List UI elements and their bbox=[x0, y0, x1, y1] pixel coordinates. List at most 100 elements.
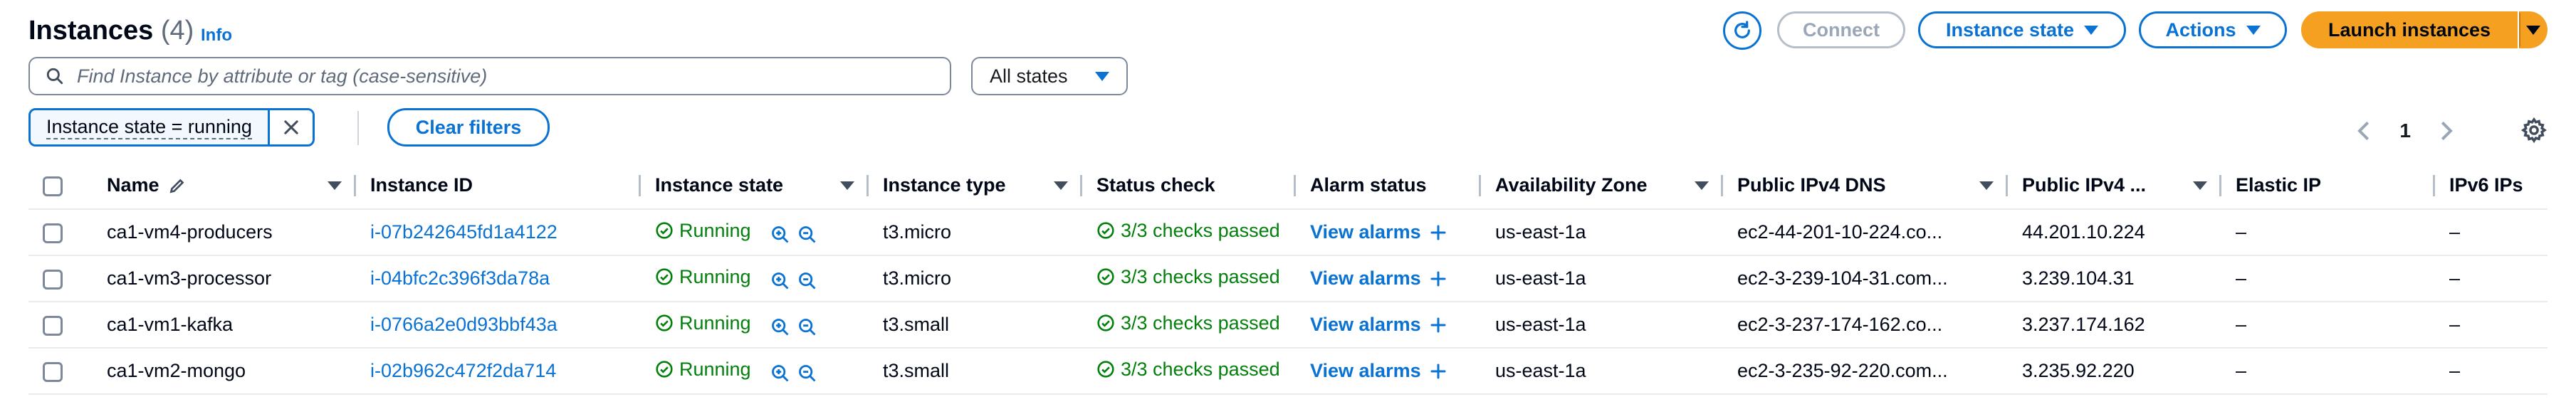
row-checkbox[interactable] bbox=[43, 269, 63, 290]
search-input-wrapper bbox=[28, 57, 951, 95]
zoom-in-icon[interactable] bbox=[770, 225, 790, 245]
states-select[interactable]: All states bbox=[971, 57, 1128, 95]
col-instance-state[interactable]: Instance state bbox=[641, 162, 869, 210]
public-dns: ec2-3-235-92-220.com... bbox=[1723, 348, 2008, 395]
sort-icon bbox=[840, 181, 854, 190]
status-check: 3/3 checks passed bbox=[1096, 359, 1280, 381]
plus-icon bbox=[1430, 225, 1446, 240]
check-circle-icon bbox=[1097, 268, 1114, 285]
table-row[interactable]: ca1-vm2-mongo i-02b962c472f2da714 Runnin… bbox=[28, 348, 2548, 395]
col-instance-type[interactable]: Instance type bbox=[869, 162, 1082, 210]
state-indicator: Running bbox=[655, 220, 751, 242]
divider bbox=[357, 111, 359, 145]
filter-token-label[interactable]: Instance state = running bbox=[31, 110, 270, 144]
connect-button[interactable]: Connect bbox=[1777, 11, 1905, 48]
refresh-button[interactable] bbox=[1723, 11, 1761, 50]
check-circle-icon bbox=[656, 361, 673, 378]
instance-name: ca1-vm1-kafka bbox=[93, 302, 356, 349]
check-circle-icon bbox=[1097, 222, 1114, 239]
col-status-check[interactable]: Status check bbox=[1082, 162, 1296, 210]
public-ip: 3.239.104.31 bbox=[2008, 255, 2221, 302]
table-header-row: Name Instance ID Instance state Instance… bbox=[28, 162, 2548, 210]
zoom-in-icon[interactable] bbox=[770, 271, 790, 291]
plus-icon bbox=[1430, 317, 1446, 332]
ipv6-ips: – bbox=[2435, 302, 2548, 349]
pencil-icon bbox=[169, 179, 184, 193]
availability-zone: us-east-1a bbox=[1481, 302, 1723, 349]
instance-id-link[interactable]: i-07b242645fd1a4122 bbox=[370, 221, 557, 243]
table-row[interactable]: ca1-vm1-kafka i-0766a2e0d93bbf43a Runnin… bbox=[28, 302, 2548, 349]
zoom-in-icon[interactable] bbox=[770, 363, 790, 383]
zoom-out-icon[interactable] bbox=[797, 317, 817, 337]
sort-icon bbox=[1979, 181, 1994, 190]
filter-token: Instance state = running bbox=[28, 108, 315, 147]
zoom-in-icon[interactable] bbox=[770, 317, 790, 337]
col-availability-zone[interactable]: Availability Zone bbox=[1481, 162, 1723, 210]
view-alarms-link[interactable]: View alarms bbox=[1310, 314, 1447, 336]
select-all-checkbox[interactable] bbox=[43, 176, 63, 196]
instance-name: ca1-vm4-producers bbox=[93, 209, 356, 256]
zoom-out-icon[interactable] bbox=[797, 271, 817, 291]
chevron-right-icon[interactable] bbox=[2439, 120, 2455, 142]
table-row[interactable]: ca1-vm4-producers i-07b242645fd1a4122 Ru… bbox=[28, 209, 2548, 256]
row-select-cell bbox=[28, 348, 93, 395]
table-row[interactable]: ca1-vm3-processor i-04bfc2c396f3da78a Ru… bbox=[28, 255, 2548, 302]
search-icon bbox=[46, 68, 63, 85]
status-check: 3/3 checks passed bbox=[1096, 312, 1280, 334]
state-indicator: Running bbox=[655, 266, 751, 288]
instance-id-link[interactable]: i-04bfc2c396f3da78a bbox=[370, 267, 550, 289]
instance-type: t3.small bbox=[869, 348, 1082, 395]
check-circle-icon bbox=[656, 314, 673, 331]
status-check: 3/3 checks passed bbox=[1096, 220, 1280, 242]
public-ip: 44.201.10.224 bbox=[2008, 209, 2221, 256]
search-input[interactable] bbox=[77, 65, 931, 87]
instance-name: ca1-vm2-mongo bbox=[93, 348, 356, 395]
ipv6-ips: – bbox=[2435, 209, 2548, 256]
instance-state-button[interactable]: Instance state bbox=[1918, 11, 2126, 48]
page-number[interactable]: 1 bbox=[2399, 120, 2411, 142]
row-select-cell bbox=[28, 302, 93, 349]
public-dns: ec2-3-239-104-31.com... bbox=[1723, 255, 2008, 302]
elastic-ip: – bbox=[2221, 348, 2435, 395]
view-alarms-link[interactable]: View alarms bbox=[1310, 360, 1447, 382]
view-alarms-link[interactable]: View alarms bbox=[1310, 267, 1447, 290]
col-alarm-status[interactable]: Alarm status bbox=[1296, 162, 1481, 210]
elastic-ip: – bbox=[2221, 255, 2435, 302]
col-public-dns[interactable]: Public IPv4 DNS bbox=[1723, 162, 2008, 210]
pagination: 1 bbox=[2355, 120, 2455, 142]
row-checkbox[interactable] bbox=[43, 223, 63, 243]
col-name[interactable]: Name bbox=[93, 162, 356, 210]
col-elastic-ip[interactable]: Elastic IP bbox=[2221, 162, 2435, 210]
info-link[interactable]: Info bbox=[201, 26, 232, 46]
row-checkbox[interactable] bbox=[43, 361, 63, 382]
caret-down-icon bbox=[2525, 25, 2540, 35]
public-dns: ec2-3-237-174-162.co... bbox=[1723, 302, 2008, 349]
sort-icon bbox=[2193, 181, 2207, 190]
actions-button[interactable]: Actions bbox=[2139, 11, 2287, 48]
instance-name: ca1-vm3-processor bbox=[93, 255, 356, 302]
caret-down-icon bbox=[2246, 25, 2261, 35]
chevron-left-icon[interactable] bbox=[2355, 120, 2371, 142]
caret-down-icon bbox=[2084, 25, 2099, 35]
sort-icon bbox=[1695, 181, 1709, 190]
instance-id-link[interactable]: i-0766a2e0d93bbf43a bbox=[370, 314, 557, 335]
state-indicator: Running bbox=[655, 359, 751, 381]
launch-instances-button[interactable]: Launch instances bbox=[2301, 11, 2518, 48]
row-select-cell bbox=[28, 209, 93, 256]
col-instance-id[interactable]: Instance ID bbox=[356, 162, 641, 210]
instance-id-link[interactable]: i-02b962c472f2da714 bbox=[370, 360, 556, 381]
row-checkbox[interactable] bbox=[43, 315, 63, 336]
instance-type: t3.micro bbox=[869, 255, 1082, 302]
preferences-button[interactable] bbox=[2520, 117, 2548, 147]
remove-filter-button[interactable] bbox=[269, 110, 313, 144]
col-public-ip[interactable]: Public IPv4 ... bbox=[2008, 162, 2221, 210]
sort-icon bbox=[328, 181, 342, 190]
view-alarms-link[interactable]: View alarms bbox=[1310, 221, 1447, 243]
availability-zone: us-east-1a bbox=[1481, 209, 1723, 256]
col-ipv6[interactable]: IPv6 IPs bbox=[2435, 162, 2548, 210]
clear-filters-button[interactable]: Clear filters bbox=[387, 108, 550, 147]
zoom-out-icon[interactable] bbox=[797, 363, 817, 383]
select-all-cell bbox=[28, 162, 93, 210]
zoom-out-icon[interactable] bbox=[797, 225, 817, 245]
ipv6-ips: – bbox=[2435, 348, 2548, 395]
